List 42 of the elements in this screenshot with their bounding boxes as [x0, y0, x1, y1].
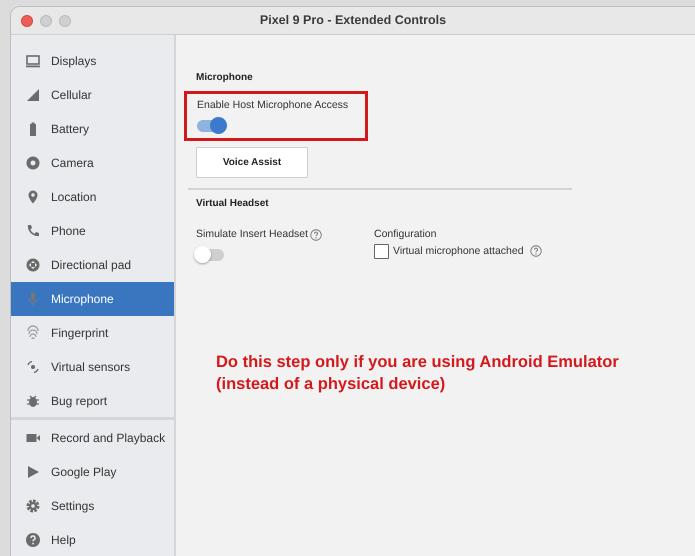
bug-icon: [25, 393, 41, 409]
window-title: Pixel 9 Pro - Extended Controls: [260, 12, 446, 30]
sidebar-item[interactable]: Directional pad: [11, 248, 174, 282]
annotation-text: Do this step only if you are using Android Emulator: [216, 352, 620, 372]
toggle-switch[interactable]: [197, 120, 225, 132]
signal-icon: [25, 87, 41, 103]
play-icon: [25, 464, 41, 480]
section-heading: Microphone: [196, 71, 254, 85]
phone-icon: [25, 223, 41, 239]
help-icon[interactable]: [530, 245, 542, 258]
display-icon: [25, 53, 41, 69]
field-label: Configuration: [374, 226, 438, 242]
sidebar-item[interactable]: Displays: [11, 44, 174, 78]
toggle-label: Simulate Insert Headset: [196, 226, 308, 242]
fingerprint-icon: [25, 325, 41, 341]
dpad-icon: [25, 257, 41, 273]
help-icon: [25, 532, 41, 548]
voice-assist-button[interactable]: Voice Assist: [196, 146, 308, 178]
sidebar-item[interactable]: Cellular: [11, 78, 174, 112]
checkbox[interactable]: [374, 244, 389, 259]
window-control-icon[interactable]: [21, 15, 33, 27]
sidebar-item[interactable]: Fingerprint: [11, 316, 174, 350]
sidebar-item[interactable]: Settings: [11, 489, 174, 523]
help-icon[interactable]: [310, 228, 322, 241]
checkbox-label: Virtual microphone attached: [393, 244, 524, 258]
toggle-label: Enable Host Microphone Access: [197, 98, 350, 113]
annotation-text: (instead of a physical device): [216, 374, 446, 394]
sidebar-item[interactable]: Phone: [11, 214, 174, 248]
sidebar-item[interactable]: Help: [11, 523, 174, 556]
sidebar-item[interactable]: Camera: [11, 146, 174, 180]
section-heading: Virtual Headset: [196, 196, 270, 211]
sidebar-item[interactable]: Bug report: [11, 384, 174, 418]
sidebar-item[interactable]: Virtual sensors: [11, 350, 174, 384]
toggle-switch[interactable]: [196, 248, 224, 260]
sidebar-item[interactable]: Location: [11, 180, 174, 214]
settings-icon: [25, 498, 41, 514]
sensor-icon: [25, 359, 41, 375]
sidebar-item[interactable]: Battery: [11, 112, 174, 146]
sidebar-item[interactable]: Google Play: [11, 455, 174, 489]
sidebar-item[interactable]: Record and Playback: [11, 421, 174, 455]
aperture-icon: [25, 155, 41, 171]
sidebar-item[interactable]: Microphone: [11, 282, 174, 316]
